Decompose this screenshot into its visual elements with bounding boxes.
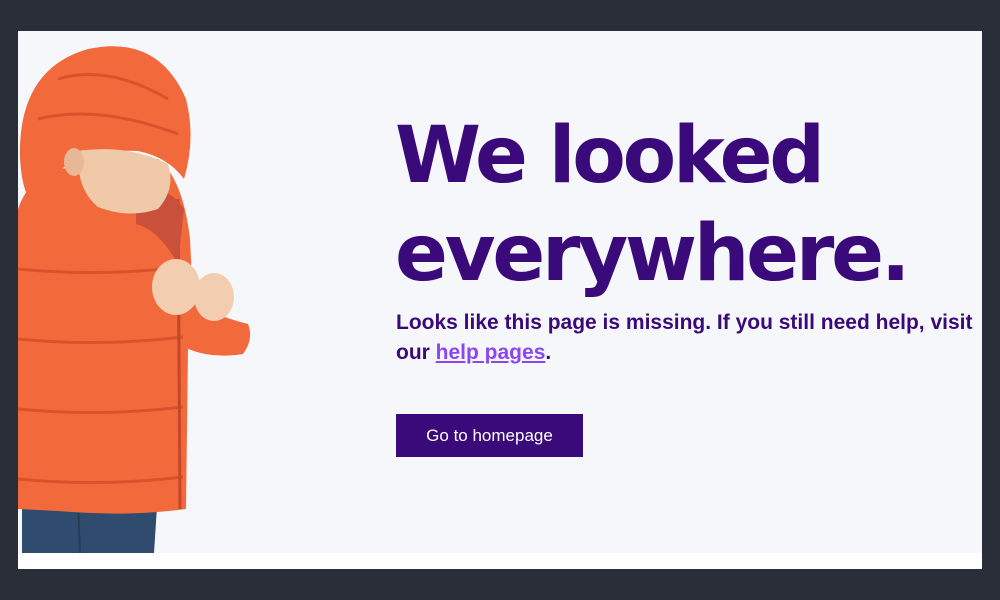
page-title-line-1: We looked [395, 111, 825, 201]
browser-viewport: We looked everywhere. Looks like this pa… [18, 31, 982, 569]
page-title: We looked everywhere. [395, 107, 910, 303]
help-pages-link[interactable]: help pages [436, 341, 546, 364]
go-to-homepage-button[interactable]: Go to homepage [396, 414, 583, 457]
child-in-orange-jacket-image [18, 46, 251, 553]
page-title-line-2: everywhere. [395, 209, 910, 299]
message-end: . [545, 341, 552, 364]
missing-page-message: Looks like this page is missing. If you … [396, 308, 982, 368]
page-bottom-strip [18, 553, 982, 569]
error-page: We looked everywhere. Looks like this pa… [18, 31, 982, 553]
